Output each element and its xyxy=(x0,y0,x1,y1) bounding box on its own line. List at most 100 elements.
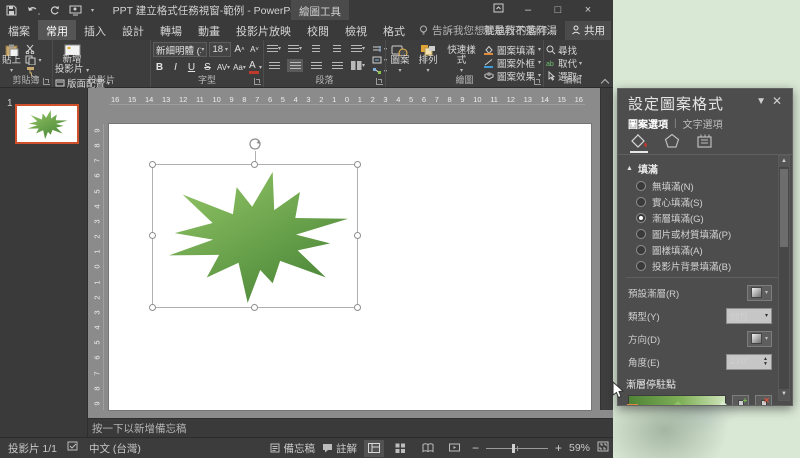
font-name-combo[interactable]: 新細明體 (本文)▾ xyxy=(153,42,207,57)
zoom-out-icon[interactable]: − xyxy=(472,441,479,455)
change-case-button[interactable]: Aa▾ xyxy=(233,60,246,74)
font-size-combo[interactable]: 18▾ xyxy=(209,42,231,57)
shape-selection-box[interactable] xyxy=(152,164,358,308)
slideshow-view-icon[interactable] xyxy=(445,440,465,457)
paste-button[interactable]: 貼上 ▾ xyxy=(2,42,21,76)
bullets-icon[interactable]: ▾ xyxy=(266,42,282,55)
notes-pane[interactable]: 按一下以新增備忘稿 xyxy=(88,418,613,437)
align-left-icon[interactable] xyxy=(266,59,282,72)
share-button[interactable]: 共用 xyxy=(565,21,611,40)
undo-icon[interactable] xyxy=(26,5,40,16)
minimize-button[interactable]: – xyxy=(517,1,539,19)
explosion-shape[interactable] xyxy=(155,168,357,306)
tab-text-options[interactable]: 文字選項 xyxy=(683,116,723,131)
reading-view-icon[interactable] xyxy=(418,440,438,457)
zoom-slider-thumb[interactable] xyxy=(512,444,515,453)
vertical-ruler[interactable]: 9876543210123456789 xyxy=(92,124,104,410)
maximize-button[interactable]: □ xyxy=(547,1,569,19)
gradient-stop-2[interactable] xyxy=(674,401,683,406)
resize-handle-nw[interactable] xyxy=(149,161,156,168)
slide-canvas[interactable] xyxy=(109,124,591,410)
ribbon-display-options-icon[interactable] xyxy=(487,1,509,19)
tab-design[interactable]: 設計 xyxy=(114,20,152,40)
effects-pentagon-icon[interactable] xyxy=(664,133,680,154)
resize-handle-ne[interactable] xyxy=(354,161,361,168)
resize-handle-sw[interactable] xyxy=(149,304,156,311)
zoom-in-icon[interactable]: + xyxy=(555,441,562,455)
save-icon[interactable] xyxy=(6,5,17,16)
character-spacing-button[interactable]: AV▾ xyxy=(217,60,230,74)
touch-mode-icon[interactable] xyxy=(69,5,82,16)
shape-outline-button[interactable]: 圖案外框▾ xyxy=(483,57,541,68)
size-properties-icon[interactable] xyxy=(696,133,713,154)
tab-insert[interactable]: 插入 xyxy=(76,20,114,40)
fit-slide-icon[interactable] xyxy=(597,441,609,455)
underline-button[interactable]: U xyxy=(185,60,198,74)
preset-gradient-picker[interactable]: ▾ xyxy=(747,285,772,301)
zoom-level[interactable]: 59% xyxy=(569,442,590,454)
shrink-font-button[interactable]: A˅ xyxy=(248,43,261,57)
comments-toggle[interactable]: 註解 xyxy=(322,441,357,456)
direction-picker[interactable]: ▾ xyxy=(747,331,772,347)
scrollbar-thumb[interactable] xyxy=(780,169,788,247)
strikethrough-button[interactable]: S xyxy=(201,60,214,74)
redo-icon[interactable] xyxy=(49,5,60,16)
normal-view-icon[interactable] xyxy=(364,440,384,457)
decrease-indent-icon[interactable] xyxy=(308,42,324,55)
resize-handle-e[interactable] xyxy=(354,232,361,239)
shapes-button[interactable]: 圖案▾ xyxy=(388,42,412,76)
find-button[interactable]: 尋找 xyxy=(546,45,582,55)
numbering-icon[interactable]: ▾ xyxy=(287,42,303,55)
paragraph-dialog-launcher-icon[interactable] xyxy=(376,78,383,85)
pane-options-dropdown-icon[interactable]: ▼ xyxy=(756,96,766,107)
close-button[interactable]: × xyxy=(577,1,599,19)
grow-font-button[interactable]: A˄ xyxy=(233,43,246,57)
angle-spinner[interactable]: 270°▲▼ xyxy=(726,354,772,370)
columns-icon[interactable]: ▾ xyxy=(350,59,366,72)
pane-close-icon[interactable]: ✕ xyxy=(772,94,782,108)
resize-handle-w[interactable] xyxy=(149,232,156,239)
fill-option-solid[interactable]: 實心填滿(S) xyxy=(636,196,792,207)
align-center-icon[interactable] xyxy=(287,59,303,72)
resize-handle-n[interactable] xyxy=(251,161,258,168)
spell-check-icon[interactable] xyxy=(67,441,79,455)
resize-handle-s[interactable] xyxy=(251,304,258,311)
increase-indent-icon[interactable] xyxy=(329,42,345,55)
slide-sorter-view-icon[interactable] xyxy=(391,440,411,457)
slide-thumbnail[interactable] xyxy=(15,104,79,144)
tab-format[interactable]: 格式 xyxy=(375,20,413,40)
new-slide-button[interactable]: 新增 投影片 ▾ xyxy=(55,42,89,76)
pane-scrollbar[interactable]: ▲ ▼ xyxy=(778,155,790,401)
customize-qat-icon[interactable]: ▾ xyxy=(91,7,94,14)
remove-gradient-stop-button[interactable]: ✕ xyxy=(755,395,772,406)
user-name[interactable]: 就是教不落阿湯 xyxy=(484,23,558,38)
italic-button[interactable]: I xyxy=(169,60,182,74)
copy-button[interactable]: ▾ xyxy=(25,55,41,65)
add-gradient-stop-button[interactable]: + xyxy=(732,395,749,406)
fill-option-gradient[interactable]: 漸層填滿(G) xyxy=(636,212,792,223)
font-dialog-launcher-icon[interactable] xyxy=(254,78,261,85)
tab-file[interactable]: 檔案 xyxy=(0,20,38,40)
collapse-ribbon-icon[interactable] xyxy=(601,79,609,84)
language-indicator[interactable]: 中文 (台灣) xyxy=(89,441,141,456)
fill-option-no-fill[interactable]: 無填滿(N) xyxy=(636,180,792,191)
fill-section-header[interactable]: ▲ 填滿 xyxy=(626,161,792,176)
gradient-stop-3[interactable] xyxy=(719,401,728,406)
fill-option-background[interactable]: 投影片背景填滿(B) xyxy=(636,260,792,271)
arrange-button[interactable]: 排列▾ xyxy=(416,42,440,76)
quick-styles-button[interactable]: 快速樣式▾ xyxy=(444,42,479,76)
gradient-stop-bar[interactable] xyxy=(628,395,726,406)
shape-fill-button[interactable]: 圖案填滿▾ xyxy=(483,44,541,55)
justify-icon[interactable] xyxy=(329,59,345,72)
resize-handle-se[interactable] xyxy=(354,304,361,311)
clipboard-dialog-launcher-icon[interactable] xyxy=(43,78,50,85)
slide-area-scrollbar[interactable] xyxy=(600,88,613,410)
drawing-dialog-launcher-icon[interactable] xyxy=(534,78,541,85)
align-right-icon[interactable] xyxy=(308,59,324,72)
notes-toggle[interactable]: 備忘稿 xyxy=(270,441,315,456)
tab-home[interactable]: 常用 xyxy=(38,20,76,40)
rotate-handle-icon[interactable] xyxy=(248,137,262,156)
gradient-stop-1[interactable] xyxy=(628,401,637,406)
type-combo[interactable]: 線性▾ xyxy=(726,308,772,324)
tab-review[interactable]: 校閱 xyxy=(299,20,337,40)
